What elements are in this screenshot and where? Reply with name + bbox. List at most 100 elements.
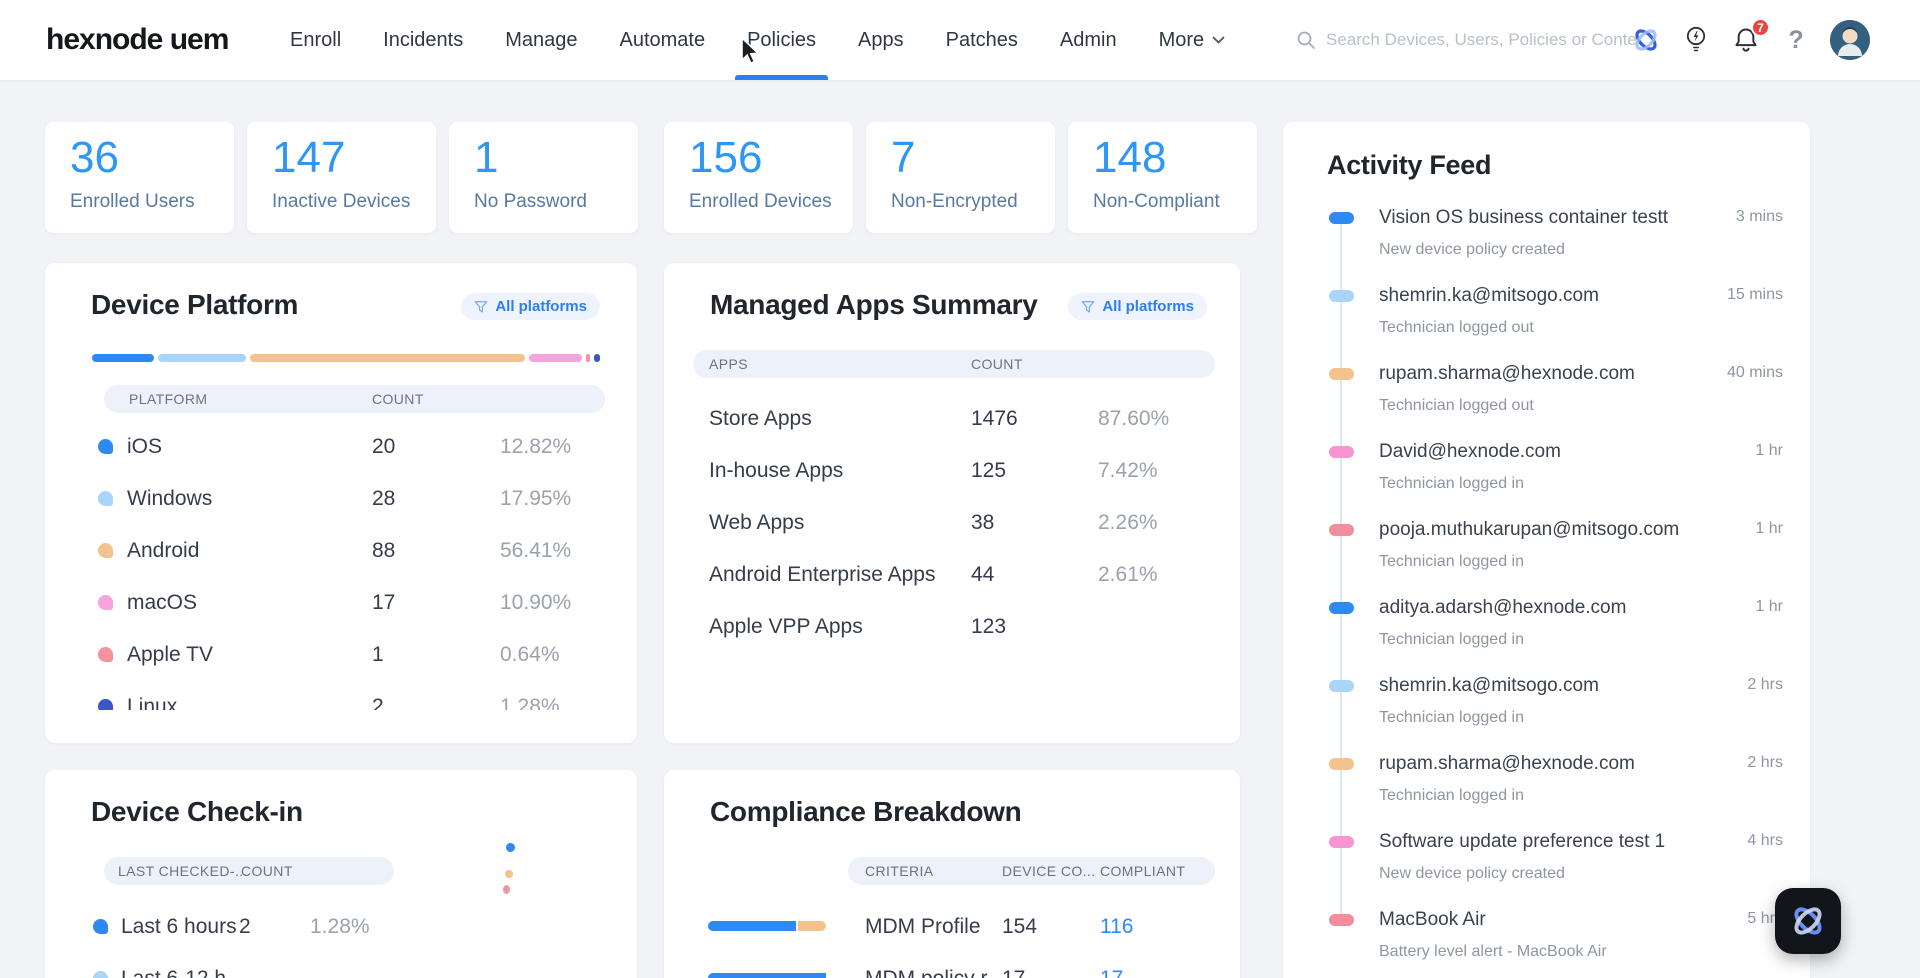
funnel-icon xyxy=(1081,300,1095,314)
bar-compliant-segment xyxy=(708,973,826,978)
table-row[interactable]: Android 88 56.41% xyxy=(45,524,637,576)
column-compliant: COMPLIANT xyxy=(1100,857,1185,885)
column-count: COUNT xyxy=(372,385,424,413)
feed-item-subtitle: Technician logged in xyxy=(1379,785,1524,807)
table-row[interactable]: Windows 28 17.95% xyxy=(45,472,637,524)
table-row[interactable]: Web Apps 38 2.26% xyxy=(664,496,1240,548)
device-count: 17 xyxy=(1002,967,1025,978)
criteria-name: MDM policy r... xyxy=(865,967,995,978)
feed-item[interactable]: pooja.muthukarupan@mitsogo.com Technicia… xyxy=(1283,517,1810,595)
feed-item-title: David@hexnode.com xyxy=(1379,439,1561,465)
platform-percent: 0.64% xyxy=(500,643,560,667)
apps-filter-button[interactable]: All platforms xyxy=(1068,293,1207,320)
compliance-bar xyxy=(708,973,828,978)
feed-item-subtitle: Battery level alert - MacBook Air xyxy=(1379,941,1607,963)
table-row[interactable]: MDM policy r... 17 17 xyxy=(664,952,1240,978)
checkin-count: 2 xyxy=(239,915,251,939)
checkin-range: Last 6 hours xyxy=(121,915,237,939)
feed-item-subtitle: Technician logged in xyxy=(1379,707,1524,729)
feed-category-pill xyxy=(1329,524,1354,536)
feed-item-title: pooja.muthukarupan@mitsogo.com xyxy=(1379,517,1679,543)
nav-item-more[interactable]: More xyxy=(1159,0,1226,80)
feed-item-time: 40 mins xyxy=(1727,364,1783,382)
feed-item-time: 4 hrs xyxy=(1747,832,1783,850)
mouse-cursor-icon xyxy=(740,38,762,64)
nav-item-apps[interactable]: Apps xyxy=(858,0,904,80)
table-row[interactable]: Apple TV 1 0.64% xyxy=(45,628,637,680)
stat-card[interactable]: 7 Non-Encrypted xyxy=(866,122,1055,233)
table-row[interactable]: Linux 2 1.28% xyxy=(45,680,637,710)
panel-title: Device Check-in xyxy=(91,796,303,828)
stat-value: 147 xyxy=(272,136,345,180)
feed-item[interactable]: Vision OS business container testt New d… xyxy=(1283,205,1810,283)
app-percent: 87.60% xyxy=(1098,407,1169,431)
notifications-bell[interactable]: 7 xyxy=(1730,24,1762,56)
feed-item-title: rupam.sharma@hexnode.com xyxy=(1379,361,1635,387)
nav-item-automate[interactable]: Automate xyxy=(619,0,705,80)
table-row[interactable]: Last 6 hours 2 1.28% xyxy=(45,900,637,952)
filter-label: All platforms xyxy=(495,298,587,315)
feed-item[interactable]: rupam.sharma@hexnode.com Technician logg… xyxy=(1283,361,1810,439)
nav-item-admin[interactable]: Admin xyxy=(1060,0,1117,80)
stat-card[interactable]: 156 Enrolled Devices xyxy=(664,122,853,233)
table-row[interactable]: macOS 17 10.90% xyxy=(45,576,637,628)
column-count: COUNT xyxy=(241,857,293,885)
feed-item[interactable]: David@hexnode.com Technician logged in 1… xyxy=(1283,439,1810,517)
app-count: 125 xyxy=(971,459,1006,483)
table-row[interactable]: In-house Apps 125 7.42% xyxy=(664,444,1240,496)
platform-filter-button[interactable]: All platforms xyxy=(461,293,600,320)
feed-item[interactable]: MacBook Air Battery level alert - MacBoo… xyxy=(1283,907,1810,978)
app-type-name: Apple VPP Apps xyxy=(709,615,863,639)
stat-value: 7 xyxy=(891,136,915,180)
hexnode-uem-logo: hexnode uem xyxy=(46,0,228,80)
platform-name: Android xyxy=(127,539,199,563)
app-percent: 2.61% xyxy=(1098,563,1158,587)
feed-item[interactable]: aditya.adarsh@hexnode.com Technician log… xyxy=(1283,595,1810,673)
device-count: 154 xyxy=(1002,915,1037,939)
compliant-count-link[interactable]: 17 xyxy=(1100,967,1123,978)
nav-item-incidents[interactable]: Incidents xyxy=(383,0,463,80)
app-percent: 2.26% xyxy=(1098,511,1158,535)
nav-item-manage[interactable]: Manage xyxy=(505,0,577,80)
stat-card[interactable]: 36 Enrolled Users xyxy=(45,122,234,233)
table-row[interactable]: Android Enterprise Apps 44 2.61% xyxy=(664,548,1240,600)
table-row[interactable]: Apple VPP Apps 123 xyxy=(664,600,1240,652)
platform-color-dot xyxy=(98,595,113,610)
table-row[interactable]: Last 6-12 h xyxy=(45,952,637,978)
feed-item[interactable]: shemrin.ka@mitsogo.com Technician logged… xyxy=(1283,283,1810,361)
hexnode-assistant-fab[interactable] xyxy=(1775,888,1841,954)
stat-card[interactable]: 148 Non-Compliant xyxy=(1068,122,1257,233)
panel-title: Managed Apps Summary xyxy=(710,289,1038,321)
app-count: 1476 xyxy=(971,407,1018,431)
feed-item[interactable]: rupam.sharma@hexnode.com Technician logg… xyxy=(1283,751,1810,829)
help-button[interactable]: ? xyxy=(1780,24,1812,56)
feed-category-pill xyxy=(1329,914,1354,926)
stat-label: Enrolled Users xyxy=(70,191,195,213)
column-criteria: CRITERIA xyxy=(865,857,934,885)
whats-new-bulb-icon[interactable] xyxy=(1680,24,1712,56)
table-row[interactable]: iOS 20 12.82% xyxy=(45,420,637,472)
user-avatar[interactable] xyxy=(1830,20,1870,60)
feed-item[interactable]: shemrin.ka@mitsogo.com Technician logged… xyxy=(1283,673,1810,751)
feed-item-title: Vision OS business container testt xyxy=(1379,205,1668,231)
platform-count: 88 xyxy=(372,539,395,563)
table-row[interactable]: MDM Profile 154 116 xyxy=(664,900,1240,952)
table-row[interactable]: Store Apps 1476 87.60% xyxy=(664,392,1240,444)
device-platform-panel: Device Platform All platforms PLATFORM C… xyxy=(45,263,637,743)
compliant-count-link[interactable]: 116 xyxy=(1100,915,1133,939)
bar-segment-ios xyxy=(92,354,154,362)
nav-item-enroll[interactable]: Enroll xyxy=(290,0,341,80)
feed-item-time: 3 mins xyxy=(1736,208,1783,226)
stat-card[interactable]: 147 Inactive Devices xyxy=(247,122,436,233)
hexnode-gears-icon[interactable] xyxy=(1630,24,1662,56)
nav-item-patches[interactable]: Patches xyxy=(946,0,1018,80)
stat-card[interactable]: 1 No Password xyxy=(449,122,638,233)
device-checkin-panel: Device Check-in LAST CHECKED-... COUNT L… xyxy=(45,770,637,978)
panel-title: Device Platform xyxy=(91,289,298,321)
feed-item-subtitle: New device policy created xyxy=(1379,863,1565,885)
feed-category-pill xyxy=(1329,446,1354,458)
platform-percent: 12.82% xyxy=(500,435,571,459)
bar-noncompliant-segment xyxy=(798,921,827,931)
feed-item[interactable]: Software update preference test 1 New de… xyxy=(1283,829,1810,907)
search-input[interactable] xyxy=(1326,30,1636,50)
